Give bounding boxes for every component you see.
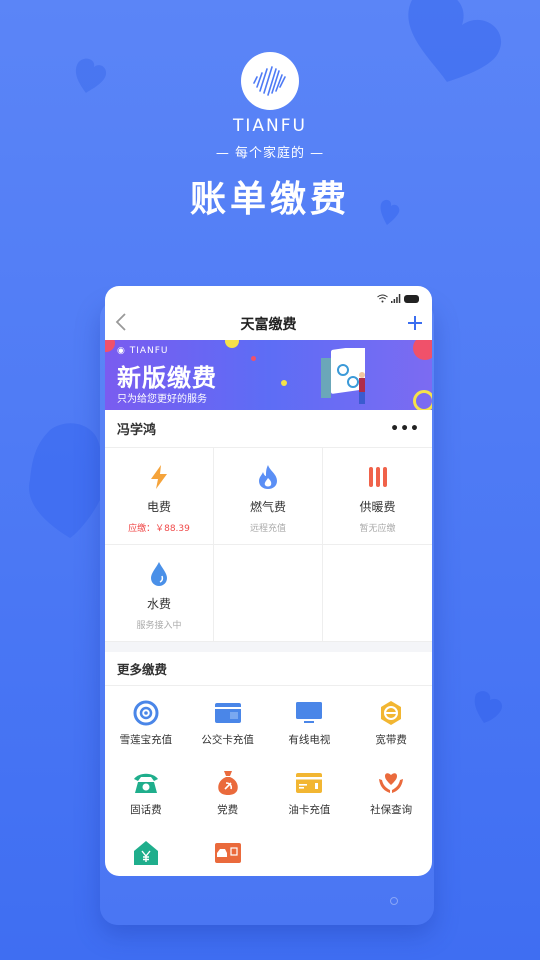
more-dots-icon[interactable]: ••• <box>390 421 420 437</box>
service-label: 固话费 <box>130 804 162 816</box>
bill-item-empty <box>214 545 323 642</box>
banner-decoration <box>251 356 256 361</box>
tv-icon <box>295 700 323 726</box>
back-button[interactable] <box>115 312 127 336</box>
service-landline[interactable]: 固话费 <box>105 770 187 840</box>
broadband-icon <box>377 700 405 726</box>
heart-decoration-right <box>470 688 506 724</box>
service-label: 宽带费 <box>375 734 407 746</box>
app-title: 天富缴费 <box>240 317 297 333</box>
service-social-security[interactable]: 社保查询 <box>350 770 432 840</box>
service-cable-tv[interactable]: 有线电视 <box>269 700 351 770</box>
bill-item-electricity[interactable]: 电费 应缴：￥88.39 <box>105 448 214 545</box>
banner-illustration-icon <box>321 348 365 404</box>
account-header: 冯学鸿 ••• <box>105 410 432 448</box>
tianfu-logo-icon <box>241 52 299 110</box>
bill-label: 燃气费 <box>249 500 286 514</box>
promo-tagline: — 每个家庭的 — <box>215 146 325 161</box>
services-grid: 雪莲宝充值 公交卡充值 有线电视 宽带费 固话费 党费 油卡充值 社保查询 <box>105 686 432 876</box>
service-label: 油卡充值 <box>288 804 331 816</box>
bill-item-empty <box>323 545 432 642</box>
nav-bar: 天富缴费 <box>105 308 432 340</box>
bill-grid: 电费 应缴：￥88.39 燃气费 远程充值 供暖费 暂无应缴 水费 服务接入中 <box>105 448 432 642</box>
battery-icon <box>404 288 420 307</box>
car-card-icon <box>214 840 242 866</box>
service-xuelianbao[interactable]: 雪莲宝充值 <box>105 700 187 770</box>
service-label: 有线电视 <box>288 734 331 746</box>
bill-label: 水费 <box>146 597 171 611</box>
service-party-dues[interactable]: 党费 <box>187 770 269 840</box>
promo-header: TIANFU — 每个家庭的 — <box>0 52 540 161</box>
wifi-icon <box>377 288 388 307</box>
status-bar <box>105 286 432 308</box>
service-broadband[interactable]: 宽带费 <box>350 700 432 770</box>
banner-title: 新版缴费 <box>117 364 217 392</box>
water-drop-icon <box>146 561 172 587</box>
service-label: 雪莲宝充值 <box>119 734 173 746</box>
bill-label: 电费 <box>146 500 171 514</box>
heart-decoration-left <box>20 420 110 540</box>
account-name: 冯学鸿 <box>117 423 157 438</box>
banner-subtitle: 只为给您更好的服务 <box>117 394 207 405</box>
housing-fund-icon <box>132 840 160 866</box>
promo-banner[interactable]: ◉ TIANFU 新版缴费 只为给您更好的服务 <box>105 340 432 410</box>
phone-sensor-dot <box>390 897 398 905</box>
money-bag-icon <box>214 770 242 796</box>
bill-status: 服务接入中 <box>136 621 182 631</box>
banner-decoration <box>413 340 432 360</box>
promo-title: 账单缴费 <box>189 179 350 220</box>
banner-decoration <box>281 380 287 386</box>
service-label: 公交卡充值 <box>201 734 254 746</box>
brand-wordmark: TIANFU <box>233 116 307 136</box>
service-label: 党费 <box>217 804 239 816</box>
bill-label: 供暖费 <box>359 500 396 514</box>
plus-icon <box>408 316 422 330</box>
heater-icon <box>365 464 391 490</box>
care-hands-icon <box>377 770 405 796</box>
signal-icon <box>391 288 401 307</box>
bus-card-icon <box>214 700 242 726</box>
app-screen: 天富缴费 ◉ TIANFU 新版缴费 只为给您更好的服务 冯学鸿 ••• 电费 … <box>105 286 432 876</box>
service-fuel-card[interactable]: 油卡充值 <box>269 770 351 840</box>
fuel-card-icon <box>295 770 323 796</box>
telephone-icon <box>132 770 160 796</box>
banner-decoration <box>225 340 239 348</box>
section-divider <box>105 642 432 652</box>
service-label: 社保查询 <box>370 804 413 816</box>
banner-decoration <box>413 390 432 410</box>
bill-status: 远程充值 <box>249 524 286 534</box>
service-housing-fund[interactable] <box>105 840 187 876</box>
bill-status: 暂无应缴 <box>359 524 396 534</box>
chevron-left-icon <box>115 312 126 331</box>
ring-icon <box>132 700 160 726</box>
add-button[interactable] <box>408 313 422 335</box>
banner-decoration <box>105 340 115 352</box>
lightning-icon <box>146 464 172 490</box>
banner-brand: ◉ TIANFU <box>117 346 169 356</box>
bill-item-heating[interactable]: 供暖费 暂无应缴 <box>323 448 432 545</box>
bill-item-gas[interactable]: 燃气费 远程充值 <box>214 448 323 545</box>
service-car-card[interactable] <box>187 840 269 876</box>
more-payments-header: 更多缴费 <box>105 652 432 686</box>
service-bus-card[interactable]: 公交卡充值 <box>187 700 269 770</box>
bill-status: 应缴：￥88.39 <box>128 524 190 534</box>
flame-icon <box>255 464 281 490</box>
bill-item-water[interactable]: 水费 服务接入中 <box>105 545 214 642</box>
